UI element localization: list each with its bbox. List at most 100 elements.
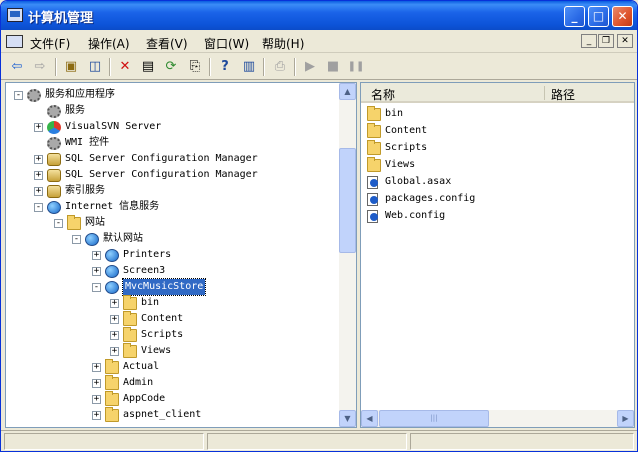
menu-file[interactable]: 文件(F) xyxy=(30,35,70,52)
column-divider[interactable] xyxy=(544,86,545,100)
export-list-button[interactable]: ⎘ xyxy=(185,57,205,77)
expand-toggle[interactable]: + xyxy=(92,251,101,260)
tree-item[interactable]: + Screen3 xyxy=(6,263,336,279)
expand-toggle[interactable]: + xyxy=(92,395,101,404)
tree-item[interactable]: + aspnet_client xyxy=(6,407,336,423)
expand-toggle[interactable]: + xyxy=(110,347,119,356)
tree-item[interactable]: - Internet 信息服务 xyxy=(6,199,336,215)
expand-toggle[interactable]: + xyxy=(92,379,101,388)
tree-item[interactable]: WMI 控件 xyxy=(6,135,336,151)
tree-item-label: SQL Server Configuration Manager xyxy=(65,153,258,164)
list-item[interactable]: Views xyxy=(367,156,617,173)
menu-action[interactable]: 操作(A) xyxy=(88,35,130,52)
toolbar-separator xyxy=(209,58,211,76)
expand-toggle[interactable]: + xyxy=(34,155,43,164)
title-bar[interactable]: 计算机管理 _ □ ✕ xyxy=(1,1,637,30)
tree-item-label: bin xyxy=(141,297,160,308)
horizontal-scroll-thumb[interactable]: ||| xyxy=(379,410,489,427)
list-item[interactable]: Scripts xyxy=(367,139,617,156)
scroll-left-button[interactable]: ◀ xyxy=(361,410,378,427)
scroll-right-button[interactable]: ▶ xyxy=(617,410,634,427)
list-item[interactable]: Content xyxy=(367,122,617,139)
tree-item[interactable]: + Scripts xyxy=(6,327,336,343)
tree-item[interactable]: + Views xyxy=(6,343,336,359)
action-pane-button[interactable]: ▥ xyxy=(239,57,259,77)
pause-button[interactable]: ❚❚ xyxy=(346,57,366,77)
scroll-thumb[interactable] xyxy=(339,148,356,253)
tree-item-label: Content xyxy=(141,313,184,324)
scroll-up-button[interactable]: ▲ xyxy=(339,83,356,100)
indexing-icon xyxy=(47,185,61,198)
collapse-toggle[interactable]: - xyxy=(14,91,23,100)
list-item[interactable]: Web.config xyxy=(367,207,617,224)
tree-item[interactable]: - 服务和应用程序 xyxy=(6,87,336,103)
tree-item[interactable]: + 索引服务 xyxy=(6,183,336,199)
expand-toggle[interactable]: + xyxy=(34,187,43,196)
toolbar-separator xyxy=(55,58,57,76)
menu-view[interactable]: 查看(V) xyxy=(146,35,188,52)
mdi-minimize-button[interactable]: _ xyxy=(581,34,597,48)
refresh-button[interactable]: ⟳ xyxy=(161,57,181,77)
delete-button[interactable]: ✕ xyxy=(115,57,135,77)
minimize-button[interactable]: _ xyxy=(564,6,585,27)
expand-toggle[interactable]: + xyxy=(110,315,119,324)
stop-button[interactable]: ■ xyxy=(323,57,343,77)
tree-item[interactable]: + AppCode xyxy=(6,391,336,407)
menu-window[interactable]: 窗口(W) xyxy=(204,35,249,52)
list-item[interactable]: bin xyxy=(367,105,617,122)
console-tree[interactable]: - 服务和应用程序 服务 + VisualSVN Server WMI 控件 + SQL Se… xyxy=(5,82,357,428)
tree-item[interactable]: - 网站 xyxy=(6,215,336,231)
aspx-file-icon xyxy=(367,176,378,189)
expand-toggle[interactable]: + xyxy=(92,411,101,420)
expand-toggle[interactable]: + xyxy=(110,299,119,308)
expand-toggle[interactable]: + xyxy=(34,123,43,132)
tree-item[interactable]: + SQL Server Configuration Manager xyxy=(6,167,336,183)
folder-icon xyxy=(105,407,119,422)
tree-item[interactable]: + SQL Server Configuration Manager xyxy=(6,151,336,167)
properties-button[interactable]: ▤ xyxy=(138,57,158,77)
column-header-path[interactable]: 路径 xyxy=(551,86,575,103)
list-header: 名称 路径 xyxy=(361,83,634,103)
tree-item-label: 索引服务 xyxy=(65,185,105,196)
expand-toggle[interactable]: + xyxy=(34,171,43,180)
tree-item[interactable]: - 默认网站 xyxy=(6,231,336,247)
collapse-toggle[interactable]: - xyxy=(92,283,101,292)
details-pane[interactable]: 名称 路径 bin Content Scripts Views Global.asax p… xyxy=(360,82,635,428)
up-level-button[interactable]: ▣ xyxy=(61,57,81,77)
computer-management-window: 计算机管理 _ □ ✕ 文件(F) 操作(A) 查看(V) 窗口(W) 帮助(H… xyxy=(0,0,638,452)
tree-item[interactable]: 服务 xyxy=(6,103,336,119)
tree-item[interactable]: - MvcMusicStore xyxy=(6,278,336,296)
tree-item[interactable]: + Printers xyxy=(6,247,336,263)
forward-button[interactable]: ⇨ xyxy=(30,57,50,77)
tree-item[interactable]: + bin xyxy=(6,295,336,311)
column-header-name[interactable]: 名称 xyxy=(371,86,395,103)
close-button[interactable]: ✕ xyxy=(612,6,633,27)
connect-button[interactable]: ⎙ xyxy=(270,57,290,77)
scroll-down-button[interactable]: ▼ xyxy=(339,410,356,427)
tree-item-label: Scripts xyxy=(141,329,184,340)
list-item[interactable]: Global.asax xyxy=(367,173,617,190)
collapse-toggle[interactable]: - xyxy=(72,235,81,244)
collapse-toggle[interactable]: - xyxy=(54,219,63,228)
menu-help[interactable]: 帮助(H) xyxy=(262,35,304,52)
tree-item[interactable]: + VisualSVN Server xyxy=(6,119,336,135)
expand-toggle[interactable]: + xyxy=(92,267,101,276)
details-horizontal-scrollbar[interactable]: ◀ ||| ▶ xyxy=(361,410,634,427)
tree-vertical-scrollbar[interactable]: ▲ ▼ xyxy=(339,83,356,427)
maximize-button[interactable]: □ xyxy=(588,6,609,27)
expand-toggle[interactable]: + xyxy=(110,331,119,340)
start-button[interactable]: ▶ xyxy=(300,57,320,77)
mdi-close-button[interactable]: ✕ xyxy=(617,34,633,48)
tree-item[interactable]: + Admin xyxy=(6,375,336,391)
back-button[interactable]: ⇦ xyxy=(7,57,27,77)
list-item[interactable]: packages.config xyxy=(367,190,617,207)
iis-icon xyxy=(47,201,61,214)
expand-toggle[interactable]: + xyxy=(92,363,101,372)
show-hide-tree-button[interactable]: ◫ xyxy=(85,57,105,77)
collapse-toggle[interactable]: - xyxy=(34,203,43,212)
tree-item[interactable]: + Actual xyxy=(6,359,336,375)
help-button[interactable]: ? xyxy=(215,57,235,77)
console-menu-icon[interactable] xyxy=(6,35,23,48)
tree-item[interactable]: + Content xyxy=(6,311,336,327)
mdi-restore-button[interactable]: ❐ xyxy=(598,34,614,48)
